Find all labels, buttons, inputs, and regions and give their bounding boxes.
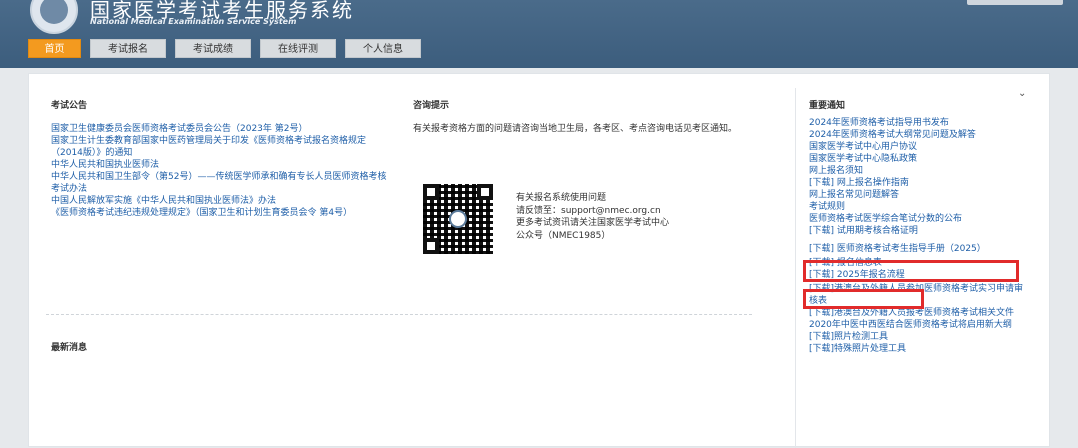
highlight-box — [803, 289, 924, 309]
announcement-link[interactable]: 国家卫生计生委教育部国家中医药管理局关于印发《医师资格考试报名资格规定（2014… — [51, 135, 391, 159]
nav-home[interactable]: 首页 — [28, 39, 81, 58]
important-link[interactable]: 网上报名常见问题解答 — [809, 189, 1029, 201]
important-title: 重要通知 — [809, 101, 846, 111]
important-link[interactable]: 医师资格考试医学综合笔试分数的公布 — [809, 213, 1029, 225]
announcement-link[interactable]: 中华人民共和国卫生部令（第52号）——传统医学师承和确有专长人员医师资格考核考试… — [51, 171, 391, 195]
announcement-link[interactable]: 中国人民解放军实施《中华人民共和国执业医师法》办法 — [51, 195, 391, 207]
logo-icon — [30, 0, 78, 34]
contact-line: 请反馈至：support@nmec.org.cn — [516, 205, 661, 216]
nav-personal-info[interactable]: 个人信息 — [345, 39, 421, 58]
important-link[interactable]: [下载] 试用期考核合格证明 — [809, 225, 1029, 237]
consult-title: 咨询提示 — [413, 101, 450, 111]
important-link[interactable]: 2024年医师资格考试大纲常见问题及解答 — [809, 129, 1029, 141]
important-link[interactable]: 2024年医师资格考试指导用书发布 — [809, 117, 1029, 129]
important-link[interactable]: 考试规则 — [809, 201, 1029, 213]
qr-code-icon — [423, 184, 493, 254]
important-link[interactable]: 国家医学考试中心隐私政策 — [809, 153, 1029, 165]
announcement-link[interactable]: 国家卫生健康委员会医师资格考试委员会公告（2023年 第2号） — [51, 123, 391, 135]
important-link-guide-manual[interactable]: [下载] 医师资格考试考生指导手册（2025） — [809, 243, 1029, 255]
important-link[interactable]: 2020年中医中西医结合医师资格考试将启用新大纲 — [809, 319, 1029, 331]
important-link[interactable]: 国家医学考试中心用户协议 — [809, 141, 1029, 153]
important-link[interactable]: [下载] 网上报名操作指南 — [809, 177, 1029, 189]
site-subtitle: National Medical Examination Service Sys… — [90, 17, 297, 26]
contact-line: 公众号（NMEC1985） — [516, 230, 611, 241]
site-header: 国家医学考试考生服务系统 National Medical Examinatio… — [0, 0, 1078, 68]
column-divider — [795, 88, 796, 448]
important-link[interactable]: 网上报名须知 — [809, 165, 1029, 177]
contact-line: 有关报名系统使用问题 — [516, 193, 607, 203]
nav-exam-scores[interactable]: 考试成绩 — [175, 39, 251, 58]
important-link[interactable]: [下载]照片检测工具 — [809, 331, 1029, 343]
nav-exam-registration[interactable]: 考试报名 — [90, 39, 166, 58]
main-content: 考试公告 国家卫生健康委员会医师资格考试委员会公告（2023年 第2号） 国家卫… — [28, 73, 1050, 448]
chevron-down-icon[interactable]: ⌄ — [1018, 88, 1026, 99]
section-divider — [46, 314, 752, 315]
consult-text: 有关报考资格方面的问题请咨询当地卫生局，各考区、考点咨询电话见考区通知。 — [413, 124, 738, 134]
important-link[interactable]: [下载]特殊照片处理工具 — [809, 343, 1029, 355]
announcements-title: 考试公告 — [51, 101, 88, 111]
top-right-button[interactable] — [967, 0, 1063, 5]
main-nav: 首页 考试报名 考试成绩 在线评测 个人信息 — [28, 39, 421, 59]
contact-line: 更多考试资讯请关注国家医学考试中心 — [516, 218, 670, 228]
announcement-link[interactable]: 中华人民共和国执业医师法 — [51, 159, 391, 171]
announcements-list: 国家卫生健康委员会医师资格考试委员会公告（2023年 第2号） 国家卫生计生委教… — [51, 123, 391, 219]
highlight-box — [803, 260, 1019, 282]
announcement-link[interactable]: 《医师资格考试违纪违规处理规定》（国家卫生和计划生育委员会令 第4号） — [51, 207, 391, 219]
nav-online-assessment[interactable]: 在线评测 — [260, 39, 336, 58]
contact-info: 有关报名系统使用问题 请反馈至：support@nmec.org.cn 更多考试… — [516, 192, 756, 242]
latest-news-title: 最新消息 — [51, 343, 88, 353]
important-list: 2024年医师资格考试指导用书发布 2024年医师资格考试大纲常见问题及解答 国… — [809, 117, 1029, 355]
